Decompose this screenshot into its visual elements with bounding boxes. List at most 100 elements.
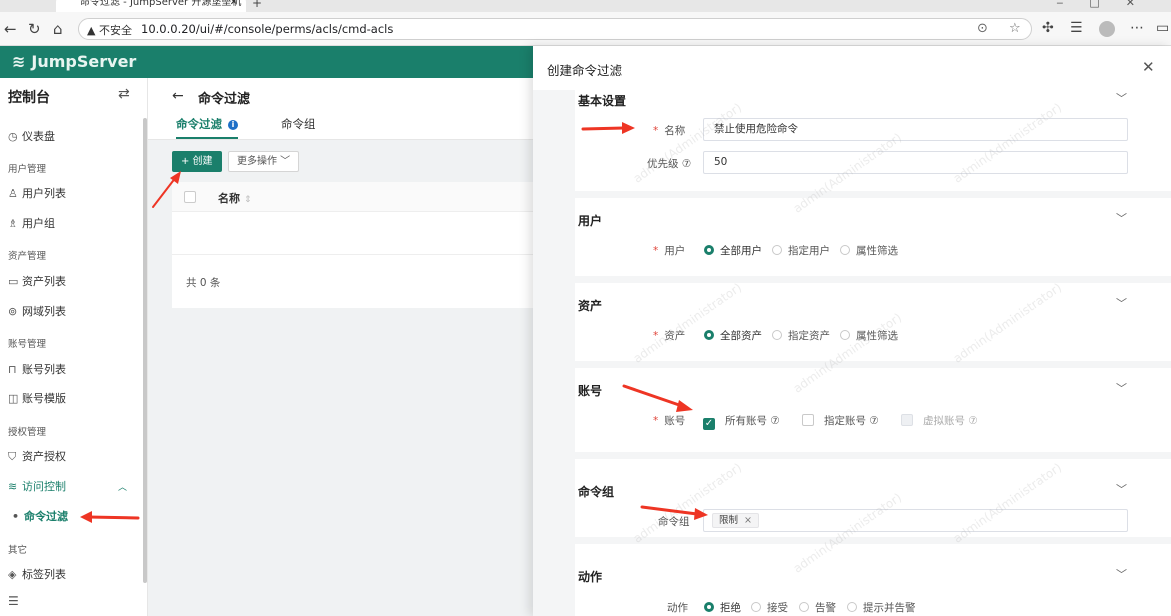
tab-cmd-group[interactable]: 命令组 xyxy=(281,116,316,132)
checkbox-specific-accounts[interactable]: 指定账号 ⑦ xyxy=(802,413,879,428)
name-label: * 名称 xyxy=(653,125,686,137)
page-header: ← 命令过滤 命令过滤 i 命令组 xyxy=(148,78,533,140)
accounts-label: * 账号 xyxy=(653,415,686,427)
column-label: 名称 xyxy=(218,192,240,205)
browser-tab[interactable]: 命令过滤 - JumpServer 开源堡垒机 ✕ xyxy=(56,0,246,12)
app-logo[interactable]: ≋ JumpServer xyxy=(12,52,136,71)
section-title: 动作 xyxy=(578,570,603,584)
section-title: 用户 xyxy=(578,214,603,228)
users-label: * 用户 xyxy=(653,245,686,257)
location-icon: ⊚ xyxy=(8,305,18,318)
command-group-tag: 限制 × xyxy=(712,513,759,528)
sidebar-item-label: 资产授权 xyxy=(22,450,66,463)
sidebar-item-user-list[interactable]: ♙ 用户列表 xyxy=(8,185,66,201)
bullet-icon: • xyxy=(12,510,20,523)
sidebar-item-account-list[interactable]: ⊓ 账号列表 xyxy=(8,361,66,377)
select-all-checkbox[interactable] xyxy=(184,191,196,203)
column-header-name[interactable]: 名称 ⇕ xyxy=(218,190,252,206)
name-input[interactable]: 禁止使用危险命令 xyxy=(703,118,1128,141)
create-button[interactable]: + 创建 xyxy=(172,151,222,172)
chevron-down-icon[interactable]: ﹀ xyxy=(1116,90,1127,106)
main-content: ← 命令过滤 命令过滤 i 命令组 + 创建 更多操作 ﹀ 名称 ⇕ 共 0 条 xyxy=(148,78,533,616)
menu-fold-icon[interactable]: ☰ xyxy=(8,594,19,608)
chevron-down-icon[interactable]: ﹀ xyxy=(1116,295,1127,311)
insecure-badge[interactable]: ▲ 不安全 xyxy=(87,22,132,38)
radio-action-reject[interactable]: 拒绝 xyxy=(704,600,741,615)
sidebar-item-label: 资产列表 xyxy=(22,275,66,288)
shield-icon: ⛉ xyxy=(8,450,17,463)
reload-icon[interactable]: ↻ xyxy=(28,20,41,38)
browser-toolbar: ← ↻ ⌂ ▲ 不安全 10.0.0.20/ui/#/console/perms… xyxy=(0,12,1171,46)
new-tab-button[interactable]: + xyxy=(252,0,262,10)
favorites-icon[interactable]: ☰ xyxy=(1070,20,1083,36)
more-actions-button[interactable]: 更多操作 ﹀ xyxy=(228,151,300,172)
sidebar-group-users: 用户管理 xyxy=(8,164,47,175)
template-icon: ◫ xyxy=(8,392,19,405)
radio-user-attr-filter[interactable]: 属性筛选 xyxy=(840,243,898,258)
chevron-down-icon[interactable]: ﹀ xyxy=(1116,566,1127,582)
chevron-up-icon[interactable]: ︿ xyxy=(118,480,127,493)
radio-specific-assets[interactable]: 指定资产 xyxy=(772,328,830,343)
sidebar-item-label: 标签列表 xyxy=(22,568,66,581)
more-menu-icon[interactable]: ⋯ xyxy=(1130,20,1144,36)
section-title: 命令组 xyxy=(578,485,615,499)
radio-all-assets[interactable]: 全部资产 xyxy=(704,328,762,343)
url-text[interactable]: 10.0.0.20/ui/#/console/perms/acls/cmd-ac… xyxy=(141,22,393,36)
sidebar-item-account-template[interactable]: ◫ 账号模版 xyxy=(8,390,66,406)
chevron-down-icon[interactable]: ﹀ xyxy=(1116,481,1127,497)
radio-action-accept[interactable]: 接受 xyxy=(751,600,788,615)
section-title: 资产 xyxy=(578,299,603,313)
user-icon: ♙ xyxy=(8,187,18,200)
sidebar-item-access-control[interactable]: ≋ 访问控制 xyxy=(8,478,66,494)
sidebar-group-assets: 资产管理 xyxy=(8,251,47,262)
profile-avatar[interactable] xyxy=(1099,21,1115,37)
sidebar-item-tag-list[interactable]: ◈ 标签列表 xyxy=(8,566,66,582)
sidebar-item-label: 账号列表 xyxy=(22,363,66,376)
browser-tabstrip: 命令过滤 - JumpServer 开源堡垒机 ✕ + ‒□✕ xyxy=(0,0,1171,12)
sidebar-item-asset-list[interactable]: ▭ 资产列表 xyxy=(8,273,66,289)
monitor-icon: ▭ xyxy=(8,275,19,288)
table-total: 共 0 条 xyxy=(186,277,221,289)
sidebar-toggle-icon[interactable]: ▭ xyxy=(1156,20,1169,36)
back-arrow-icon[interactable]: ← xyxy=(172,88,184,104)
logo-text: JumpServer xyxy=(31,52,137,71)
close-icon[interactable]: ✕ xyxy=(1142,58,1155,76)
priority-input[interactable]: 50 xyxy=(703,151,1128,174)
sidebar-group-perms: 授权管理 xyxy=(8,427,47,438)
tag-close-icon[interactable]: × xyxy=(744,515,752,526)
tab-close-icon[interactable]: ✕ xyxy=(230,0,238,10)
tab-cmd-filter[interactable]: 命令过滤 i xyxy=(176,116,238,139)
address-bar[interactable]: ▲ 不安全 10.0.0.20/ui/#/console/perms/acls/… xyxy=(78,18,1032,40)
radio-action-prompt-alert[interactable]: 提示并告警 xyxy=(847,600,916,615)
chevron-down-icon[interactable]: ﹀ xyxy=(1116,210,1127,226)
extensions-icon[interactable]: ✣ xyxy=(1042,20,1054,36)
sidebar-item-label: 账号模版 xyxy=(22,392,66,405)
sidebar-item-domain-list[interactable]: ⊚ 网域列表 xyxy=(8,303,66,319)
radio-action-alert[interactable]: 告警 xyxy=(799,600,836,615)
home-icon[interactable]: ⌂ xyxy=(53,20,63,38)
sidebar-scrollbar[interactable] xyxy=(143,118,147,583)
user-group-icon: ♗ xyxy=(8,217,18,230)
back-icon[interactable]: ← xyxy=(4,20,17,38)
radio-specific-users[interactable]: 指定用户 xyxy=(772,243,830,258)
sidebar-collapse-icon[interactable]: ⇄ xyxy=(118,86,130,102)
checkbox-virtual-accounts: 虚拟账号 ⑦ xyxy=(901,413,978,428)
sidebar-item-asset-perms[interactable]: ⛉ 资产授权 xyxy=(8,448,66,464)
sidebar-item-label: 命令过滤 xyxy=(24,510,68,523)
reader-icon[interactable]: ⊙ xyxy=(977,21,988,36)
sidebar-group-other: 其它 xyxy=(8,545,28,556)
sidebar-item-user-group[interactable]: ♗ 用户组 xyxy=(8,215,55,231)
tag-icon: ◈ xyxy=(8,568,17,581)
drawer-title: 创建命令过滤 xyxy=(547,63,623,78)
favorite-star-icon[interactable]: ☆ xyxy=(1009,21,1021,36)
chevron-down-icon[interactable]: ﹀ xyxy=(1116,380,1127,396)
checkbox-all-accounts[interactable]: ✓ 所有账号 ⑦ xyxy=(703,413,780,430)
sidebar-item-dashboard[interactable]: ◷ 仪表盘 xyxy=(8,128,55,144)
window-controls[interactable]: ‒□✕ xyxy=(1056,0,1161,9)
page-title: 命令过滤 xyxy=(198,92,251,107)
sort-icon[interactable]: ⇕ xyxy=(244,195,252,205)
tab-label: 命令过滤 xyxy=(176,117,222,131)
command-groups-select[interactable]: 限制 × xyxy=(703,509,1128,532)
sidebar-item-cmd-filter[interactable]: • 命令过滤 xyxy=(12,508,68,524)
radio-all-users[interactable]: 全部用户 xyxy=(704,243,762,258)
